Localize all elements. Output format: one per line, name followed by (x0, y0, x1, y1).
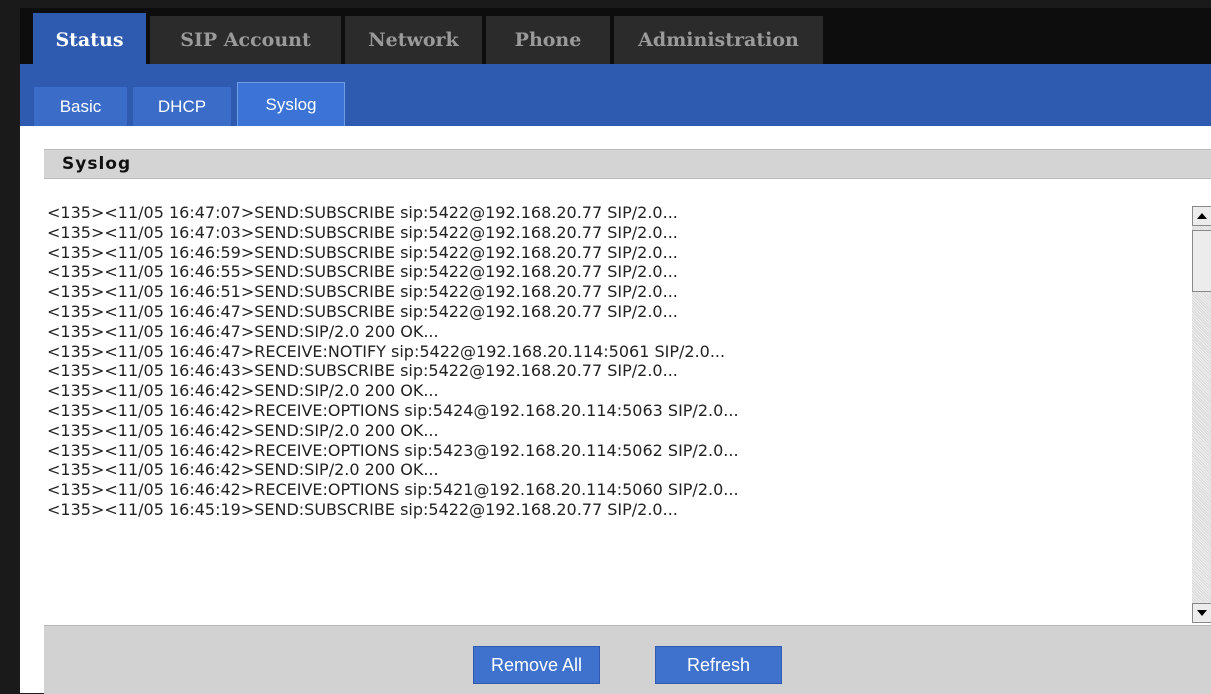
log-line: <135><11/05 16:46:47>SEND:SUBSCRIBE sip:… (47, 301, 678, 321)
scroll-up-button[interactable] (1192, 206, 1211, 226)
log-line: <135><11/05 16:46:42>RECEIVE:OPTIONS sip… (47, 400, 739, 420)
subtab-syslog[interactable]: Syslog (237, 82, 345, 126)
log-line: <135><11/05 16:46:42>SEND:SIP/2.0 200 OK… (47, 381, 439, 401)
remove-all-button[interactable]: Remove All (473, 646, 600, 684)
subtab-basic[interactable]: Basic (34, 87, 127, 126)
log-line: <135><11/05 16:45:19>SEND:SUBSCRIBE sip:… (47, 499, 678, 519)
subtab-dhcp[interactable]: DHCP (133, 87, 231, 126)
top-tab-bar: Status SIP Account Network Phone Adminis… (20, 8, 1211, 64)
tab-administration[interactable]: Administration (614, 16, 823, 64)
log-line: <135><11/05 16:46:43>SEND:SUBSCRIBE sip:… (47, 361, 678, 381)
action-footer: Remove All Refresh (44, 625, 1211, 694)
app-frame: Status SIP Account Network Phone Adminis… (20, 8, 1211, 694)
tab-sip-account[interactable]: SIP Account (150, 16, 341, 64)
log-scrollbar[interactable] (1192, 206, 1211, 623)
scroll-thumb[interactable] (1192, 230, 1211, 292)
log-line: <135><11/05 16:46:42>SEND:SIP/2.0 200 OK… (47, 460, 439, 480)
syslog-log-box[interactable]: <135><11/05 16:47:07>SEND:SUBSCRIBE sip:… (44, 198, 1211, 625)
log-line: <135><11/05 16:46:42>RECEIVE:OPTIONS sip… (47, 480, 739, 500)
log-line: <135><11/05 16:46:55>SEND:SUBSCRIBE sip:… (47, 262, 678, 282)
log-line: <135><11/05 16:46:47>SEND:SIP/2.0 200 OK… (47, 321, 439, 341)
log-lines: <135><11/05 16:47:07>SEND:SUBSCRIBE sip:… (47, 203, 1167, 520)
log-line: <135><11/05 16:46:59>SEND:SUBSCRIBE sip:… (47, 242, 678, 262)
refresh-button[interactable]: Refresh (655, 646, 782, 684)
log-line: <135><11/05 16:46:47>RECEIVE:NOTIFY sip:… (47, 341, 726, 361)
tab-status[interactable]: Status (33, 13, 146, 64)
section-title: Syslog (44, 149, 1211, 179)
tab-phone[interactable]: Phone (486, 16, 610, 64)
arrow-down-icon (1197, 610, 1207, 616)
tab-network[interactable]: Network (345, 16, 482, 64)
sub-tab-bar: Basic DHCP Syslog (20, 64, 1211, 126)
log-line: <135><11/05 16:47:07>SEND:SUBSCRIBE sip:… (47, 203, 678, 222)
scroll-down-button[interactable] (1192, 603, 1211, 623)
log-line: <135><11/05 16:46:42>SEND:SIP/2.0 200 OK… (47, 420, 439, 440)
arrow-up-icon (1197, 213, 1207, 219)
log-line: <135><11/05 16:46:51>SEND:SUBSCRIBE sip:… (47, 282, 678, 302)
log-line: <135><11/05 16:46:42>RECEIVE:OPTIONS sip… (47, 440, 739, 460)
log-line: <135><11/05 16:47:03>SEND:SUBSCRIBE sip:… (47, 222, 678, 242)
